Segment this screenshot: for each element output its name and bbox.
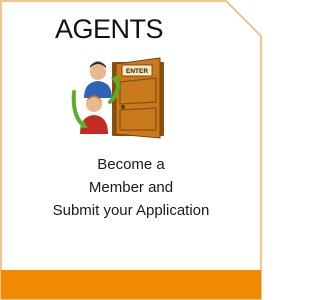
caption-line-2: Member and bbox=[88, 179, 174, 196]
agents-enter-door-icon: ENTER bbox=[71, 57, 164, 139]
caption-line-3: Submit your Application bbox=[52, 202, 210, 219]
card-footer-band bbox=[1, 270, 261, 299]
door-sign-label: ENTER bbox=[126, 68, 148, 75]
caption-line-1: Become a bbox=[97, 156, 165, 173]
card-frame bbox=[0, 0, 262, 300]
agents-card[interactable]: AGENTS ENTER Become a Member and Submit … bbox=[0, 0, 262, 300]
card-caption: Become a Member and Submit your Applicat… bbox=[0, 153, 262, 222]
card-title: AGENTS bbox=[54, 14, 164, 44]
